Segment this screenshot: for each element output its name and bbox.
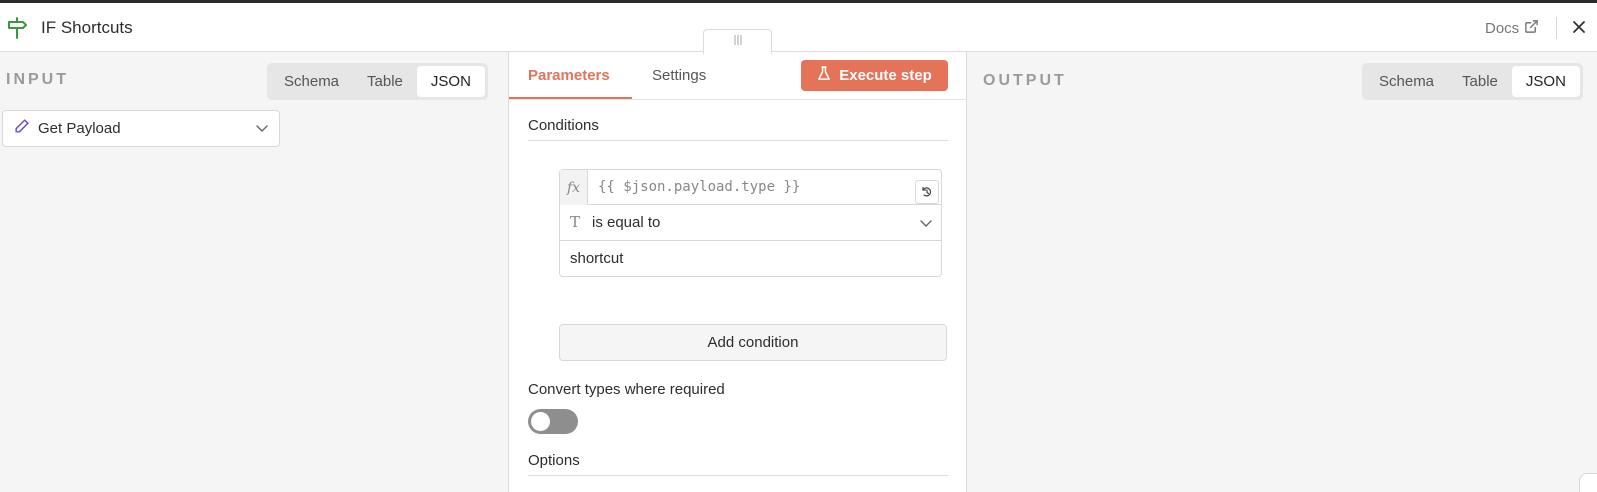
condition-left-value-row: fx {{ $json.payload.type }}	[560, 170, 941, 205]
input-tab-json[interactable]: JSON	[416, 66, 485, 97]
pencil-icon	[13, 118, 30, 140]
parameters-panel: Parameters Settings Execute step Conditi…	[508, 52, 968, 492]
chevron-down-icon	[919, 216, 933, 235]
chevron-down-icon	[255, 121, 269, 140]
close-icon[interactable]	[1568, 16, 1590, 38]
execute-step-button[interactable]: Execute step	[801, 60, 948, 91]
output-panel-label: OUTPUT	[983, 72, 1067, 89]
condition-operator-value: is equal to	[592, 214, 661, 231]
header-divider	[1556, 17, 1557, 39]
node-header: IF Shortcuts Docs	[0, 3, 1597, 52]
output-panel: OUTPUT Schema Table JSON	[967, 52, 1597, 492]
node-title[interactable]: IF Shortcuts	[41, 18, 133, 38]
signpost-icon	[6, 16, 30, 40]
tab-parameters[interactable]: Parameters	[528, 67, 610, 84]
text-type-icon: T	[570, 213, 581, 231]
input-node-select[interactable]: Get Payload	[2, 110, 280, 147]
grip-icon	[732, 33, 744, 51]
output-tab-table[interactable]: Table	[1448, 66, 1512, 97]
input-tab-table[interactable]: Table	[353, 66, 417, 97]
conditions-title: Conditions	[528, 117, 599, 134]
corner-floating-button[interactable]	[1579, 473, 1597, 492]
tabs-divider	[509, 99, 968, 100]
options-title: Options	[528, 452, 580, 469]
output-tab-json[interactable]: JSON	[1511, 66, 1580, 97]
condition-card: fx {{ $json.payload.type }} T is equal t…	[559, 169, 942, 277]
toggle-knob	[531, 412, 550, 431]
input-view-switcher: Schema Table JSON	[267, 63, 488, 100]
input-panel-label: INPUT	[6, 71, 69, 88]
input-tab-schema[interactable]: Schema	[270, 66, 353, 97]
panel-drag-handle[interactable]	[703, 29, 772, 54]
condition-operator-select[interactable]: T is equal to	[560, 205, 941, 241]
output-tab-schema[interactable]: Schema	[1365, 66, 1448, 97]
expand-expression-icon[interactable]	[915, 180, 939, 204]
docs-label: Docs	[1485, 20, 1520, 37]
options-divider	[528, 475, 948, 476]
input-node-select-value: Get Payload	[38, 120, 121, 137]
condition-right-value-input[interactable]: shortcut	[570, 250, 623, 267]
execute-step-label: Execute step	[839, 67, 932, 84]
fx-icon: fx	[560, 170, 588, 205]
tab-settings[interactable]: Settings	[652, 67, 706, 84]
input-panel: INPUT Schema Table JSON Get Payload	[0, 52, 508, 492]
output-view-switcher: Schema Table JSON	[1362, 63, 1583, 100]
conditions-divider	[528, 140, 948, 141]
condition-left-value-input[interactable]: {{ $json.payload.type }}	[598, 179, 800, 195]
docs-link[interactable]: Docs	[1485, 19, 1539, 38]
convert-types-toggle[interactable]	[528, 409, 578, 434]
convert-types-label: Convert types where required	[528, 381, 725, 398]
add-condition-button[interactable]: Add condition	[559, 324, 947, 361]
flask-icon	[817, 66, 831, 85]
external-link-icon	[1524, 19, 1539, 38]
